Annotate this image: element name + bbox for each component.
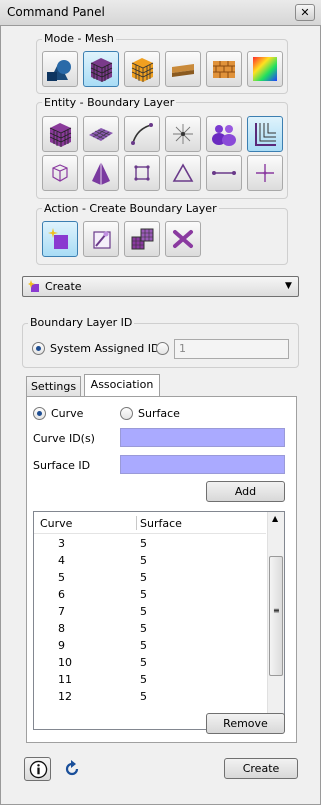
column-header-surface: Surface [140,517,182,530]
table-row[interactable]: 35 [34,536,284,553]
volume-icon [49,123,72,147]
tri-button[interactable] [165,155,201,191]
manual-id-radio[interactable] [156,342,169,355]
add-button[interactable]: Add [206,481,285,502]
curve-icon [131,123,153,145]
surface-button[interactable] [83,116,119,152]
dropdown-selected: Create [45,280,82,293]
table-row[interactable]: 95 [34,638,284,655]
table-row[interactable]: 45 [34,553,284,570]
curve-ids-input[interactable] [120,428,285,447]
surface-id-label: Surface ID [33,459,91,472]
mesh-sweep-icon [172,64,194,77]
window-title: Command Panel [7,5,105,19]
table-row[interactable]: 11 5 [34,672,284,689]
column-header-curve[interactable]: Curve [40,517,72,530]
modify-action-button[interactable] [83,221,119,257]
mesh-grid-cube-button[interactable] [124,51,160,87]
title-bar: Command Panel ✕ [0,0,321,26]
curve-ids-label: Curve ID(s) [33,432,95,445]
table-row[interactable]: 65 [34,587,284,604]
modify-icon [93,231,111,249]
node-button[interactable] [247,155,283,191]
scroll-thumb[interactable]: ≡ [269,556,283,676]
create-icon [28,280,39,292]
table-row[interactable]: 75 [34,604,284,621]
table-row[interactable]: 85 [34,621,284,638]
table-row[interactable]: 12 5 [34,689,284,706]
boundary-layer-icon [255,123,276,146]
create-action-button[interactable] [42,221,78,257]
entity-legend: Entity - Boundary Layer [42,96,177,109]
association-table[interactable]: Curve Surface 35 45 55 65 75 85 95 10 5 1… [33,511,285,730]
hex-button[interactable] [42,155,78,191]
close-icon[interactable]: ✕ [295,4,315,21]
mesh-sweep-button[interactable] [165,51,201,87]
refresh-icon[interactable] [62,759,82,779]
edge-button[interactable] [206,155,242,191]
table-header: Curve Surface [34,512,266,534]
table-row[interactable]: 10 5 [34,655,284,672]
delete-action-button[interactable] [165,221,201,257]
copy-icon [131,228,154,250]
table-scrollbar[interactable]: ▲ ≡ ▼ [267,512,284,729]
curve-radio[interactable] [33,407,46,420]
scroll-up-icon[interactable]: ▲ [272,514,278,523]
table-body: 35 45 55 65 75 85 95 10 5 11 5 12 5 [34,534,266,729]
boundary-layer-id-input[interactable]: 1 [174,339,289,359]
tab-settings[interactable]: Settings [26,376,81,397]
create-button[interactable]: Create [224,758,298,779]
tri-icon [172,163,194,182]
group-icon [212,125,236,146]
hex-icon [52,164,68,182]
create-icon [48,228,68,249]
face-icon [134,165,150,181]
info-button[interactable] [24,757,51,781]
mesh-cube-icon [90,58,113,82]
mesh-brick-button[interactable] [206,51,242,87]
info-icon [29,760,48,779]
remove-button[interactable]: Remove [206,713,285,734]
tet-button[interactable] [83,155,119,191]
tet-icon [92,162,110,185]
node-icon [256,164,274,182]
mode-legend: Mode - Mesh [42,32,116,45]
edge-icon [212,171,236,175]
mesh-grid-cube-icon [131,58,154,82]
system-assigned-radio[interactable] [32,342,45,355]
action-legend: Action - Create Boundary Layer [42,202,219,215]
table-row[interactable]: 55 [34,570,284,587]
surface-icon [89,128,113,141]
mesh-quality-icon [253,57,277,81]
mesh-quality-button[interactable] [247,51,283,87]
mesh-brick-icon [213,61,235,78]
mesh-sphere-button[interactable] [42,51,78,87]
vertex-icon [173,124,193,144]
surface-id-input[interactable] [120,455,285,474]
mesh-cube-button[interactable] [83,51,119,87]
surface-radio[interactable] [120,407,133,420]
curve-radio-label: Curve [51,407,84,420]
grip-icon: ≡ [273,606,280,615]
group-button[interactable] [206,116,242,152]
column-divider [136,516,137,530]
system-assigned-label: System Assigned ID [50,342,160,355]
delete-icon [173,230,193,248]
curve-button[interactable] [124,116,160,152]
action-dropdown[interactable]: Create ▼ [22,276,299,297]
copy-action-button[interactable] [124,221,160,257]
boundary-layer-id-legend: Boundary Layer ID [28,316,135,329]
tab-association[interactable]: Association [84,374,160,397]
volume-button[interactable] [42,116,78,152]
chevron-down-icon: ▼ [285,281,292,291]
boundary-layer-button[interactable] [247,116,283,152]
vertex-button[interactable] [165,116,201,152]
face-button[interactable] [124,155,160,191]
mesh-sphere-icon [47,60,71,81]
surface-radio-label: Surface [138,407,180,420]
